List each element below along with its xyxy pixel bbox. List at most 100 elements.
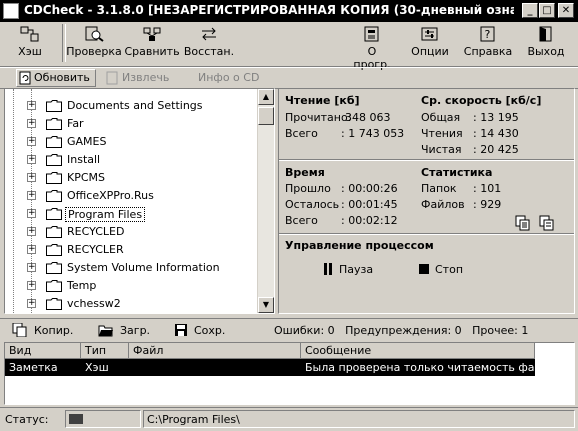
expand-icon[interactable]: + [27,155,36,164]
main-toolbar: Хэш Проверка Сравнить Восстан. О прогр. … [0,22,578,71]
log-row-kind: Заметка [9,361,58,374]
tree-item[interactable]: + KPCMS [5,169,259,187]
folder-icon [46,190,62,202]
load-log-button[interactable]: Загр. [98,322,154,338]
expand-icon[interactable]: + [27,137,36,146]
speed-total-label: Общая [421,111,461,124]
folder-icon [46,262,62,274]
check-button[interactable]: Проверка [66,24,122,64]
paste-stats-icon[interactable] [539,215,555,231]
read-done-value: 348 063 [345,111,391,124]
cd-info-button[interactable]: Инфо о CD [198,70,268,86]
expand-icon[interactable]: + [27,191,36,200]
column-header-message[interactable]: Сообщение [301,343,535,359]
status-label: Статус: [5,413,49,426]
exit-button[interactable]: Выход [522,24,570,64]
speed-clean-value: : 20 425 [473,143,519,156]
restore-label: Восстан. [183,45,235,58]
hash-button[interactable]: Хэш [10,24,50,64]
read-done-label: Прочитано: [285,111,352,124]
read-total-value: : 1 743 053 [341,127,405,140]
info-icon [364,26,379,42]
read-total-label: Всего [285,127,318,140]
tree-item[interactable]: + Program Files [5,205,259,223]
status-indicator [69,414,83,424]
tree-item[interactable]: + Documents and Settings [5,97,259,115]
about-button[interactable]: О прогр. [348,24,396,71]
refresh-icon [19,71,31,85]
tree-item-label: System Volume Information [67,261,220,274]
expand-icon[interactable]: + [27,263,36,272]
column-header-file[interactable]: Файл [129,343,301,359]
compare-button[interactable]: Сравнить [124,24,180,64]
restore-button[interactable]: Восстан. [183,24,235,64]
tree-item-label: Install [67,153,101,166]
save-log-button[interactable]: Сохр. [174,322,230,338]
tree-item[interactable]: + Far [5,115,259,133]
tree-item[interactable]: + Install [5,151,259,169]
status-path-panel: C:\Program Files\ [143,410,575,428]
scroll-thumb[interactable] [258,107,274,125]
files-value: : 929 [473,198,502,211]
open-folder-icon [98,325,113,337]
time-left-label: Осталось [285,198,340,211]
maximize-button[interactable]: □ [539,3,555,18]
copy-log-button[interactable]: Копир. [12,322,76,338]
eject-label: Извлечь [122,71,170,84]
log-list[interactable]: Вид Тип Файл Сообщение Заметка Хэш Была … [4,342,575,405]
expand-icon[interactable]: + [27,227,36,236]
folder-icon [46,226,62,238]
check-label: Проверка [66,45,122,58]
folder-icon [46,100,62,112]
options-button[interactable]: Опции [408,24,452,64]
scroll-down-button[interactable]: ▼ [258,297,274,313]
speed-title: Ср. скорость [кб/с] [421,94,542,107]
eject-button[interactable]: Извлечь [106,70,176,86]
pause-label: Пауза [339,263,374,276]
expand-icon[interactable]: + [27,119,36,128]
column-header-kind[interactable]: Вид [5,343,81,359]
cd-info-label: Инфо о CD [198,71,260,84]
expand-icon[interactable]: + [27,245,36,254]
column-header-type[interactable]: Тип [81,343,129,359]
tree-item[interactable]: + Temp [5,277,259,295]
compare-icon [143,27,161,41]
expand-icon[interactable]: + [27,173,36,182]
stop-button[interactable]: Стоп [419,261,479,277]
app-icon [3,3,19,19]
pause-button[interactable]: Пауза [323,261,383,277]
copy-stats-icon[interactable] [515,215,531,231]
window-title: CDCheck - 3.1.8.0 [НЕЗАРЕГИСТРИРОВАННАЯ … [24,3,514,17]
tree-item[interactable]: + RECYCLED [5,223,259,241]
files-label: Файлов [421,198,465,211]
svg-text:?: ? [485,28,491,41]
expand-icon[interactable]: + [27,281,36,290]
expand-icon[interactable]: + [27,101,36,110]
help-button[interactable]: ? Справка [462,24,514,64]
tree-item-label: GAMES [67,135,107,148]
time-left-value: : 00:01:45 [341,198,398,211]
tree-item[interactable]: + GAMES [5,133,259,151]
speed-read-value: : 14 430 [473,127,519,140]
stats-panel: Чтение [кб] Прочитано: 348 063 Всего : 1… [278,88,575,314]
time-total-value: : 00:02:12 [341,214,398,227]
exit-door-icon [539,26,552,42]
tree-scrollbar[interactable]: ▲ ▼ [257,89,274,313]
refresh-button[interactable]: Обновить [16,69,96,87]
minimize-button[interactable]: _ [522,3,538,18]
tree-item[interactable]: + System Volume Information [5,259,259,277]
tree-item[interactable]: + OfficeXPPro.Rus [5,187,259,205]
load-log-label: Загр. [120,324,151,337]
hash-icon [20,26,39,42]
stop-icon [419,264,429,274]
close-button[interactable]: ✕ [558,3,574,18]
tree-item[interactable]: + RECYCLER [5,241,259,259]
log-toolbar: Копир. Загр. Сохр. Ошибки: 0 Предупрежде… [0,318,578,341]
folder-tree[interactable]: + Documents and Settings + Far + GAMES + Instal… [4,88,275,314]
expand-icon[interactable]: + [27,299,36,308]
folder-icon [46,154,62,166]
tree-item[interactable]: + vchessw2 [5,295,259,313]
scroll-up-button[interactable]: ▲ [258,89,274,105]
expand-icon[interactable]: + [27,209,36,218]
log-row[interactable]: Заметка Хэш Была проверена только читаем… [5,359,552,376]
